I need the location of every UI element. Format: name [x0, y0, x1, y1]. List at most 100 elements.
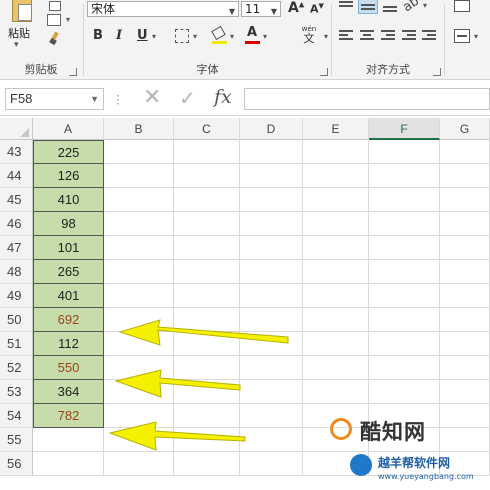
column-header-c[interactable]: C: [174, 118, 240, 140]
cell-e[interactable]: [303, 140, 369, 164]
cell-e[interactable]: [303, 164, 369, 188]
cell-g[interactable]: [440, 140, 490, 164]
cell-e[interactable]: [303, 284, 369, 308]
cell-a[interactable]: 225: [33, 140, 104, 164]
cell-d[interactable]: [240, 212, 303, 236]
phonetic-button[interactable]: wén 文: [297, 25, 321, 45]
cell-f[interactable]: [369, 308, 440, 332]
formula-input[interactable]: [244, 88, 490, 110]
cell-b[interactable]: [104, 236, 174, 260]
cell-c[interactable]: [174, 260, 240, 284]
cell-b[interactable]: [104, 284, 174, 308]
cell-e[interactable]: [303, 260, 369, 284]
cell-a[interactable]: 98: [33, 212, 104, 236]
font-launcher-icon[interactable]: [320, 68, 328, 76]
column-header-a[interactable]: A: [33, 118, 104, 140]
cell-g[interactable]: [440, 236, 490, 260]
cell-b[interactable]: [104, 428, 174, 452]
cell-g[interactable]: [440, 332, 490, 356]
paste-icon[interactable]: [12, 0, 32, 22]
row-header[interactable]: 56: [0, 452, 33, 476]
column-header-e[interactable]: E: [303, 118, 369, 140]
cell-g[interactable]: [440, 380, 490, 404]
cell-c[interactable]: [174, 188, 240, 212]
shrink-font-button[interactable]: A▼: [310, 2, 324, 16]
fill-dropdown-icon[interactable]: ▾: [230, 32, 234, 41]
cell-a[interactable]: 692: [33, 308, 104, 332]
cell-b[interactable]: [104, 308, 174, 332]
cell-d[interactable]: [240, 356, 303, 380]
font-size-select[interactable]: 11 ▼: [241, 1, 281, 17]
cell-d[interactable]: [240, 428, 303, 452]
cell-c[interactable]: [174, 164, 240, 188]
row-header[interactable]: 44: [0, 164, 33, 188]
name-box[interactable]: F58 ▼: [5, 88, 104, 110]
enter-icon[interactable]: ✓: [179, 87, 196, 109]
cell-b[interactable]: [104, 356, 174, 380]
cell-f[interactable]: [369, 236, 440, 260]
cell-c[interactable]: [174, 236, 240, 260]
column-header-d[interactable]: D: [240, 118, 303, 140]
cell-d[interactable]: [240, 236, 303, 260]
cell-e[interactable]: [303, 188, 369, 212]
cell-b[interactable]: [104, 164, 174, 188]
align-right-icon[interactable]: [381, 30, 395, 42]
cell-a[interactable]: 126: [33, 164, 104, 188]
cell-f[interactable]: [369, 212, 440, 236]
cell-b[interactable]: [104, 140, 174, 164]
merge-dropdown-icon[interactable]: ▾: [474, 32, 478, 41]
cell-a[interactable]: 410: [33, 188, 104, 212]
cell-g[interactable]: [440, 260, 490, 284]
row-header[interactable]: 47: [0, 236, 33, 260]
border-dropdown-icon[interactable]: ▾: [193, 32, 197, 41]
cell-f[interactable]: [369, 188, 440, 212]
cut-icon[interactable]: [49, 1, 61, 11]
cell-f[interactable]: [369, 332, 440, 356]
column-header-f[interactable]: F: [369, 118, 440, 140]
cell-b[interactable]: [104, 212, 174, 236]
cell-b[interactable]: [104, 404, 174, 428]
cell-e[interactable]: [303, 212, 369, 236]
cell-g[interactable]: [440, 308, 490, 332]
orientation-dropdown-icon[interactable]: ▾: [423, 1, 427, 10]
column-header-g[interactable]: G: [440, 118, 490, 140]
row-header[interactable]: 55: [0, 428, 33, 452]
align-center-icon[interactable]: [360, 30, 374, 42]
cell-d[interactable]: [240, 308, 303, 332]
bold-button[interactable]: B: [93, 28, 103, 44]
cell-c[interactable]: [174, 284, 240, 308]
align-left-icon[interactable]: [339, 30, 353, 42]
formula-bar-grip-icon[interactable]: · · ·: [116, 90, 120, 110]
chevron-down-icon[interactable]: ▼: [90, 89, 99, 109]
cell-a[interactable]: 782: [33, 404, 104, 428]
italic-button[interactable]: I: [116, 28, 122, 44]
row-header[interactable]: 49: [0, 284, 33, 308]
underline-dropdown-icon[interactable]: ▾: [152, 32, 156, 41]
cell-e[interactable]: [303, 380, 369, 404]
cell-d[interactable]: [240, 284, 303, 308]
cell-e[interactable]: [303, 356, 369, 380]
merge-center-icon[interactable]: [454, 29, 470, 43]
grow-font-button[interactable]: A▲: [288, 0, 304, 16]
wrap-text-icon[interactable]: [454, 0, 470, 12]
row-header[interactable]: 46: [0, 212, 33, 236]
phonetic-dropdown-icon[interactable]: ▾: [324, 32, 328, 41]
cell-c[interactable]: [174, 212, 240, 236]
cell-d[interactable]: [240, 140, 303, 164]
paste-dropdown-icon[interactable]: ▾: [14, 40, 19, 50]
increase-indent-icon[interactable]: [422, 30, 436, 42]
row-header[interactable]: 48: [0, 260, 33, 284]
cell-g[interactable]: [440, 188, 490, 212]
row-header[interactable]: 54: [0, 404, 33, 428]
font-color-button[interactable]: A: [245, 26, 260, 44]
bottom-align-icon[interactable]: [383, 0, 397, 12]
orientation-icon[interactable]: ab: [400, 0, 422, 15]
copy-icon[interactable]: [47, 14, 61, 26]
cell-d[interactable]: [240, 164, 303, 188]
cell-b[interactable]: [104, 188, 174, 212]
cell-f[interactable]: [369, 140, 440, 164]
cell-a[interactable]: 364: [33, 380, 104, 404]
cell-c[interactable]: [174, 308, 240, 332]
row-header[interactable]: 51: [0, 332, 33, 356]
font-name-select[interactable]: 宋体 ▼: [87, 1, 239, 17]
